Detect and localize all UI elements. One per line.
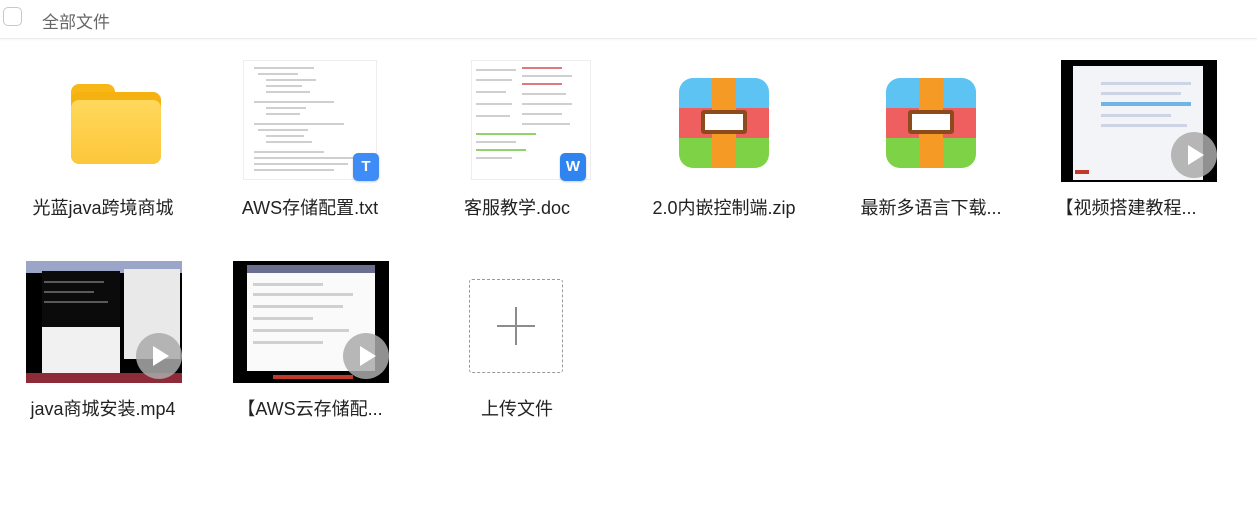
file-name: 客服教学.doc: [463, 198, 571, 218]
file-item-zip[interactable]: 2.0内嵌控制端.zip: [634, 60, 814, 230]
video-preview: [233, 261, 389, 383]
folder-icon: [71, 84, 161, 164]
file-thumbnail: [841, 60, 1021, 190]
video-preview: [1061, 60, 1217, 182]
file-name: 光蓝java跨境商城: [32, 198, 174, 218]
file-item-folder[interactable]: 光蓝java跨境商城: [13, 60, 193, 230]
upload-button[interactable]: [469, 279, 563, 373]
zip-icon: [679, 78, 769, 168]
file-thumbnail: [634, 60, 814, 190]
play-icon: [343, 333, 389, 379]
word-file-icon: W: [560, 153, 586, 181]
play-icon: [1171, 132, 1217, 178]
file-name: AWS存储配置.txt: [241, 198, 379, 218]
file-item-doc[interactable]: W 客服教学.doc: [427, 60, 607, 230]
play-icon: [136, 333, 182, 379]
file-thumbnail: W: [427, 60, 607, 190]
file-name: 2.0内嵌控制端.zip: [652, 198, 796, 218]
video-preview: [26, 261, 182, 383]
file-name: java商城安装.mp4: [30, 399, 176, 419]
zip-icon: [886, 78, 976, 168]
file-thumbnail: [13, 60, 193, 190]
upload-file-item[interactable]: 上传文件: [424, 261, 604, 431]
file-thumbnail: [207, 261, 389, 391]
file-name: 最新多语言下载...: [860, 198, 1002, 218]
upload-thumbnail: [424, 261, 604, 391]
file-item-zip[interactable]: 最新多语言下载...: [841, 60, 1021, 230]
select-all-checkbox[interactable]: [3, 7, 22, 26]
file-thumbnail: T: [220, 60, 400, 190]
breadcrumb-all-files[interactable]: 全部文件: [42, 8, 110, 33]
file-item-video[interactable]: java商城安装.mp4: [0, 261, 182, 431]
file-name: 【AWS云存储配...: [237, 399, 383, 419]
file-name: 【视频搭建教程...: [1055, 198, 1197, 218]
file-thumbnail: [0, 261, 182, 391]
upload-label: 上传文件: [481, 399, 553, 419]
file-list-header: 全部文件: [0, 0, 1257, 39]
file-thumbnail: [1036, 60, 1217, 190]
file-item-video[interactable]: 【视频搭建教程...: [1036, 60, 1217, 230]
file-item-video[interactable]: 【AWS云存储配...: [207, 261, 389, 431]
file-item-txt[interactable]: T AWS存储配置.txt: [220, 60, 400, 230]
text-file-icon: T: [353, 153, 379, 181]
